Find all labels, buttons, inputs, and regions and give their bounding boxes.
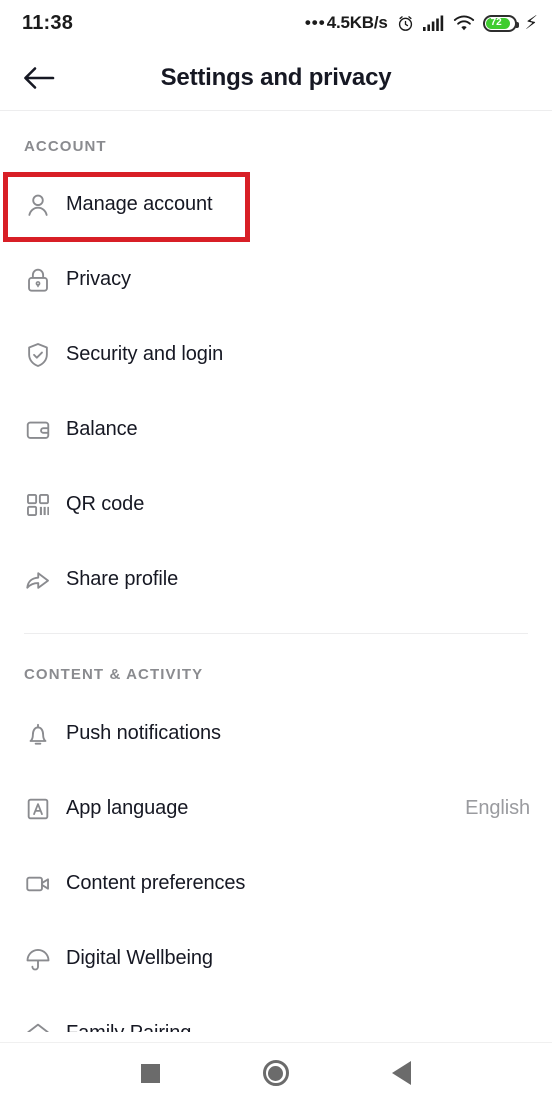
settings-list: ACCOUNT Manage account Privacy Security … <box>0 111 552 1071</box>
list-item-label: Share profile <box>66 568 179 590</box>
status-icons: ••• 4.5KB/s 72 ⚡ <box>305 13 538 33</box>
list-item-content-preferences[interactable]: Content preferences <box>0 846 552 921</box>
signal-bars-icon <box>422 15 443 31</box>
list-item-qr-code[interactable]: QR code <box>0 467 552 542</box>
list-item-label: Security and login <box>66 343 224 365</box>
section-account: ACCOUNT Manage account Privacy Security … <box>0 111 552 634</box>
list-item-privacy[interactable]: Privacy <box>0 242 552 317</box>
phone-screen: 11:38 ••• 4.5KB/s 72 ⚡ Settings and priv… <box>0 0 552 1103</box>
app-bar: Settings and privacy <box>0 46 552 110</box>
back-arrow-icon <box>24 67 55 89</box>
wifi-icon <box>453 14 474 30</box>
wallet-icon <box>24 416 66 444</box>
list-item-label: Digital Wellbeing <box>66 947 213 969</box>
list-item-security-and-login[interactable]: Security and login <box>0 317 552 392</box>
list-item-digital-wellbeing[interactable]: Digital Wellbeing <box>0 921 552 996</box>
video-camera-icon <box>24 870 66 898</box>
list-item-label: Balance <box>66 418 138 440</box>
list-item-label: App language <box>66 797 189 819</box>
bell-icon <box>24 720 66 748</box>
battery-level: 72 <box>490 17 502 28</box>
list-item-share-profile[interactable]: Share profile <box>0 542 552 617</box>
app-language-value: English <box>465 797 530 819</box>
network-dots: ••• <box>304 13 326 32</box>
list-item-manage-account[interactable]: Manage account <box>0 167 552 242</box>
status-bar: 11:38 ••• 4.5KB/s 72 ⚡ <box>0 0 552 46</box>
alarm-clock-icon <box>398 15 412 31</box>
list-item-label: Content preferences <box>66 872 246 894</box>
page-title: Settings and privacy <box>160 64 392 91</box>
network-speed-value: 4.5KB/s <box>326 13 388 32</box>
charging-bolt-icon: ⚡ <box>524 12 538 34</box>
list-item-label: Push notifications <box>66 722 221 744</box>
lock-icon <box>24 266 66 294</box>
list-item-label: Manage account <box>66 193 213 215</box>
section-content-activity: CONTENT & ACTIVITY Push notifications Ap… <box>0 634 552 1071</box>
list-item-app-language[interactable]: App language English <box>0 771 552 846</box>
list-item-push-notifications[interactable]: Push notifications <box>0 696 552 771</box>
person-icon <box>24 191 66 219</box>
network-speed: ••• 4.5KB/s <box>305 13 388 33</box>
triangle-back-icon[interactable] <box>391 1061 411 1085</box>
share-arrow-icon <box>24 566 66 594</box>
umbrella-icon <box>24 945 66 973</box>
section-header-account: ACCOUNT <box>24 137 107 155</box>
language-a-icon <box>24 795 66 823</box>
list-item-label: QR code <box>66 493 145 515</box>
nav-fade <box>0 1032 552 1042</box>
square-recents-icon[interactable] <box>141 1063 161 1083</box>
section-header-content-activity: CONTENT & ACTIVITY <box>24 665 204 683</box>
list-item-balance[interactable]: Balance <box>0 392 552 467</box>
status-time: 11:38 <box>22 11 74 34</box>
back-button[interactable] <box>8 65 70 91</box>
shield-check-icon <box>24 341 66 369</box>
battery-icon: 72 <box>482 14 519 32</box>
circle-home-icon[interactable] <box>262 1060 289 1086</box>
qr-code-icon <box>24 491 66 519</box>
android-nav-bar <box>0 1043 552 1103</box>
list-item-label: Privacy <box>66 268 131 290</box>
